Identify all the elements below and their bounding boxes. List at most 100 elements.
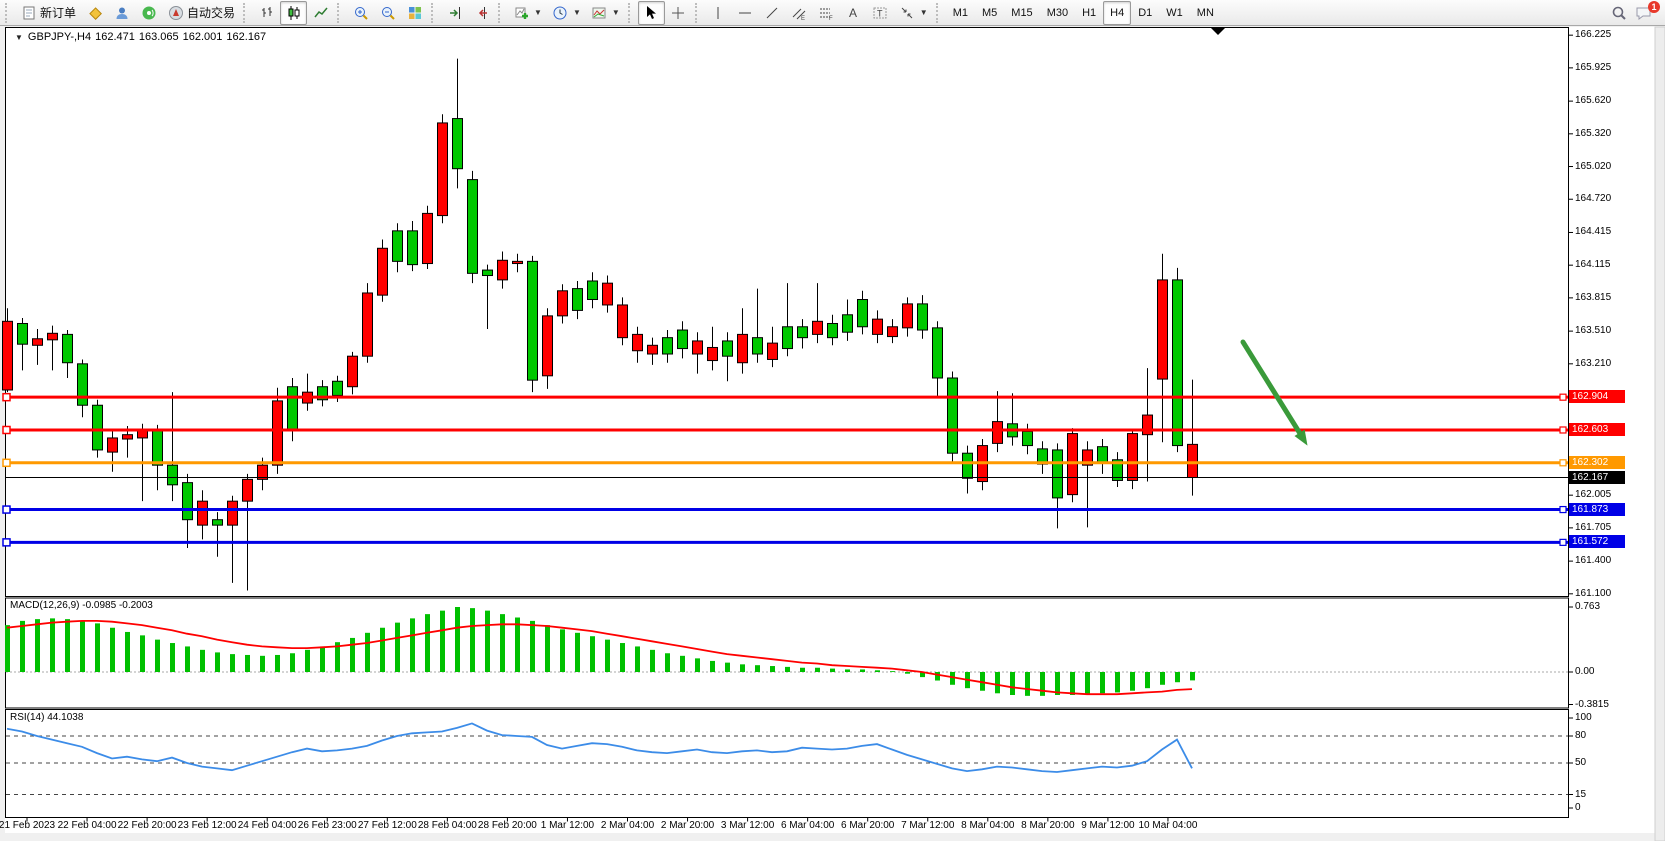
price-line-label-162.904: 162.904 <box>1569 390 1625 403</box>
price-tick-165.925: 165.925 <box>1575 62 1635 73</box>
candle-body <box>753 338 763 354</box>
candle-body <box>228 501 238 525</box>
price-tick-161.400: 161.400 <box>1575 555 1635 566</box>
candle-body <box>1098 447 1108 463</box>
price-line-label-161.572: 161.572 <box>1569 535 1625 548</box>
price-tick-164.720: 164.720 <box>1575 193 1635 204</box>
chart-canvas[interactable] <box>0 0 1665 841</box>
rsi-label: RSI(14) 44.1038 <box>10 712 83 723</box>
candle-body <box>1053 450 1063 498</box>
candle-body <box>648 345 658 354</box>
candle-body <box>543 316 553 376</box>
macd-pane[interactable] <box>6 598 1569 708</box>
candle-body <box>1158 280 1168 379</box>
price-tick-163.210: 163.210 <box>1575 358 1635 369</box>
line-handle[interactable] <box>3 426 10 433</box>
candle-body <box>273 401 283 465</box>
price-tick-164.415: 164.415 <box>1575 226 1635 237</box>
candle-body <box>873 319 883 334</box>
rsi-tick-100: 100 <box>1575 712 1635 723</box>
rsi-tick-15: 15 <box>1575 789 1635 800</box>
collapse-icon[interactable]: ▼ <box>15 33 23 42</box>
candle-body <box>633 334 643 350</box>
candle-body <box>738 334 748 362</box>
candle-body <box>798 327 808 338</box>
candle-body <box>123 435 133 439</box>
price-tick-165.320: 165.320 <box>1575 128 1635 139</box>
chart-ohlc-title: ▼GBPJPY-,H4162.471163.065162.001162.167 <box>15 31 270 43</box>
price-tick-162.005: 162.005 <box>1575 489 1635 500</box>
candle-body <box>213 520 223 525</box>
macd-tick-0.00: 0.00 <box>1575 666 1635 677</box>
line-handle[interactable] <box>1560 460 1566 466</box>
line-handle[interactable] <box>1560 427 1566 433</box>
candle-body <box>768 343 778 359</box>
line-handle[interactable] <box>3 459 10 466</box>
candle-body <box>453 119 463 169</box>
candle-body <box>828 323 838 337</box>
candle-body <box>708 347 718 360</box>
candle-body <box>558 291 568 316</box>
candle-body <box>783 327 793 349</box>
date-label[interactable]: 10 Mar 04:00 <box>1123 820 1213 831</box>
line-handle[interactable] <box>1560 507 1566 513</box>
candle-body <box>1023 431 1033 445</box>
candle-body <box>498 260 508 280</box>
candle-body <box>723 341 733 356</box>
candle-body <box>663 338 673 354</box>
line-handle[interactable] <box>3 506 10 513</box>
candle-body <box>933 328 943 378</box>
candle-body <box>378 248 388 295</box>
price-tick-165.620: 165.620 <box>1575 95 1635 106</box>
macd-tick--0.3815: -0.3815 <box>1575 699 1635 710</box>
candle-body <box>963 453 973 478</box>
price-tick-166.225: 166.225 <box>1575 29 1635 40</box>
price-line-label-162.603: 162.603 <box>1569 423 1625 436</box>
candle-body <box>1128 434 1138 481</box>
candle-body <box>108 438 118 452</box>
price-tick-163.510: 163.510 <box>1575 325 1635 336</box>
candle-body <box>903 304 913 328</box>
open-value: 162.471 <box>95 31 135 43</box>
candle-body <box>63 334 73 362</box>
line-handle[interactable] <box>3 539 10 546</box>
candle-body <box>918 304 928 330</box>
candle-body <box>1188 444 1198 477</box>
candle-body <box>408 231 418 265</box>
macd-label: MACD(12,26,9) -0.0985 -0.2003 <box>10 600 153 611</box>
candle-body <box>153 430 163 465</box>
price-tick-163.815: 163.815 <box>1575 292 1635 303</box>
candle-body <box>93 405 103 450</box>
candle-body <box>33 339 43 346</box>
candle-body <box>18 323 28 344</box>
price-line-label-162.302: 162.302 <box>1569 456 1625 469</box>
candle-body <box>48 333 58 340</box>
candle-body <box>363 293 373 356</box>
rsi-value: 44.1038 <box>47 712 83 723</box>
rsi-tick-0: 0 <box>1575 802 1635 813</box>
candle-body <box>528 261 538 380</box>
candle-body <box>618 305 628 338</box>
candle-body <box>513 261 523 263</box>
candle-body <box>573 289 583 311</box>
close-value: 162.167 <box>226 31 266 43</box>
candle-body <box>948 378 958 453</box>
candle-body <box>438 123 448 216</box>
price-line-label-161.873: 161.873 <box>1569 503 1625 516</box>
macd-main-value: -0.0985 <box>82 600 116 611</box>
candle-body <box>423 213 433 263</box>
line-handle[interactable] <box>1560 394 1566 400</box>
current-price-label: 162.167 <box>1569 471 1625 484</box>
candle-body <box>78 364 88 405</box>
rsi-tick-50: 50 <box>1575 757 1635 768</box>
candle-body <box>183 483 193 520</box>
line-handle[interactable] <box>1560 539 1566 545</box>
candle-body <box>483 270 493 275</box>
rsi-tick-80: 80 <box>1575 730 1635 741</box>
line-handle[interactable] <box>3 394 10 401</box>
candle-body <box>393 231 403 262</box>
candle-body <box>333 381 343 395</box>
candle-body <box>243 479 253 501</box>
candle-body <box>1143 415 1153 435</box>
price-tick-164.115: 164.115 <box>1575 259 1635 270</box>
